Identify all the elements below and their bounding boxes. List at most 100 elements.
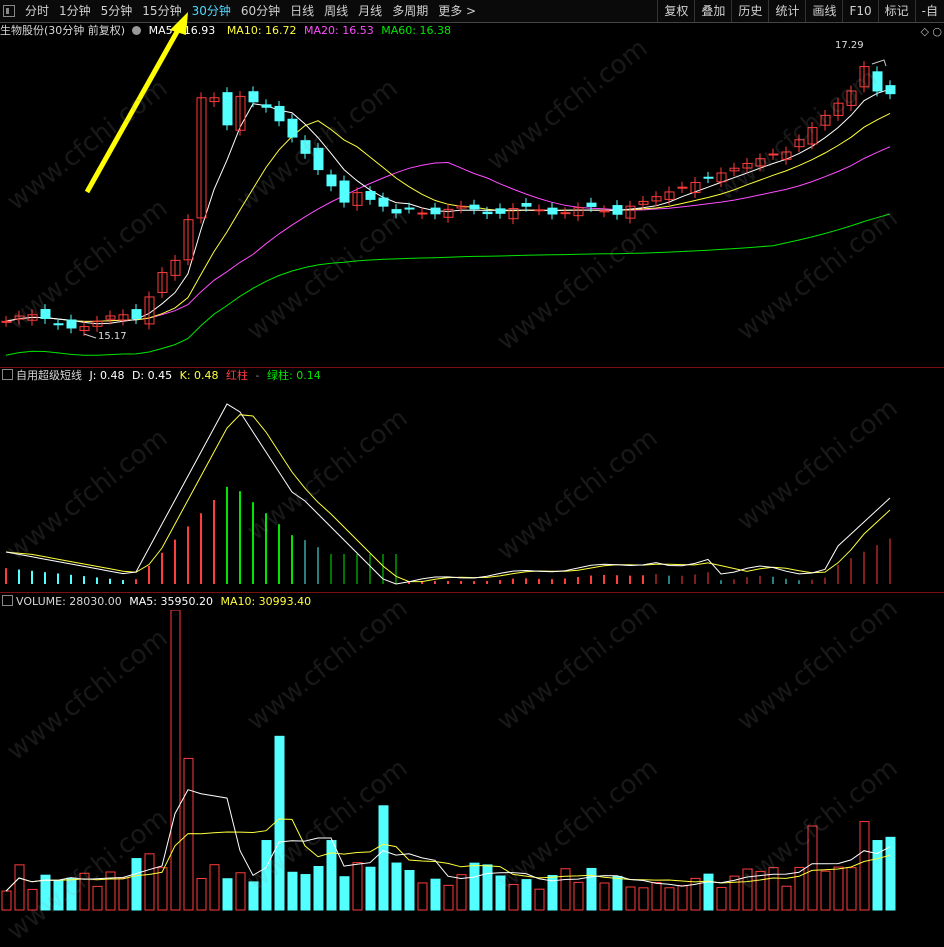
indicator-chart[interactable] bbox=[0, 383, 944, 593]
low-price-label: 15.17 bbox=[98, 331, 127, 342]
volume-bar bbox=[872, 840, 883, 911]
volume-bar bbox=[248, 881, 259, 911]
candle-body bbox=[53, 323, 64, 326]
chevron-right-icon: > bbox=[466, 4, 477, 18]
volume-bar bbox=[742, 868, 753, 911]
volume-bar bbox=[508, 883, 519, 911]
volume-bar bbox=[365, 866, 376, 911]
high-marker bbox=[871, 59, 887, 67]
history-button[interactable]: 历史 bbox=[731, 0, 768, 22]
volume-bar bbox=[170, 610, 181, 911]
volume-bar bbox=[196, 877, 207, 911]
volume-bar bbox=[534, 888, 545, 911]
volume-bar bbox=[92, 885, 103, 911]
volume-value: VOLUME: 28030.00 bbox=[16, 595, 122, 608]
volume-bar bbox=[313, 865, 324, 911]
volume-bar bbox=[482, 864, 493, 911]
tab-daily[interactable]: 日线 bbox=[285, 0, 319, 22]
overlay-button[interactable]: 叠加 bbox=[694, 0, 731, 22]
volume-bar bbox=[339, 876, 350, 911]
period-toolbar: 分时 1分钟 5分钟 15分钟 30分钟 60分钟 日线 周线 月线 多周期 更… bbox=[0, 0, 944, 23]
candle-body bbox=[677, 186, 688, 189]
volume-ma10: MA10: 30993.40 bbox=[220, 595, 312, 608]
stats-button[interactable]: 统计 bbox=[768, 0, 805, 22]
panel-toggle-icon[interactable] bbox=[3, 5, 15, 17]
volume-info-line: VOLUME: 28030.00 MA5: 35950.20 MA10: 309… bbox=[0, 594, 315, 610]
tab-multi-period[interactable]: 多周期 bbox=[387, 0, 433, 22]
volume-bar bbox=[443, 884, 454, 911]
volume-bar bbox=[859, 821, 870, 911]
volume-bar bbox=[326, 840, 337, 911]
f10-button[interactable]: F10 bbox=[842, 0, 877, 22]
indicator-name: 自用超级短线 bbox=[16, 369, 82, 382]
tab-30min[interactable]: 30分钟 bbox=[187, 0, 236, 22]
candle-body bbox=[274, 105, 285, 122]
volume-bar bbox=[716, 886, 727, 911]
candle-body bbox=[404, 207, 415, 210]
tab-more[interactable]: 更多 > bbox=[433, 0, 481, 22]
candlestick-chart[interactable] bbox=[0, 22, 944, 367]
volume-ma5: MA5: 35950.20 bbox=[129, 595, 213, 608]
volume-bar bbox=[118, 877, 129, 911]
volume-bar bbox=[820, 870, 831, 911]
candle-body bbox=[313, 147, 324, 171]
volume-bar bbox=[846, 867, 857, 911]
tab-monthly[interactable]: 月线 bbox=[353, 0, 387, 22]
high-price-label: 17.29 bbox=[835, 40, 864, 51]
volume-bar bbox=[586, 867, 597, 911]
volume-bar bbox=[495, 875, 506, 911]
tab-weekly[interactable]: 周线 bbox=[319, 0, 353, 22]
candle-body bbox=[872, 71, 883, 92]
volume-bar bbox=[612, 875, 623, 911]
indicator-toggle-icon[interactable] bbox=[2, 369, 13, 380]
volume-bar bbox=[352, 862, 363, 911]
volume-bar bbox=[755, 870, 766, 911]
indicator-red-bar: 红柱 bbox=[226, 369, 249, 382]
candle-body bbox=[560, 212, 571, 215]
volume-bar bbox=[235, 872, 246, 911]
right-tools: 复权 叠加 历史 统计 画线 F10 标记 -自 bbox=[657, 0, 944, 22]
tab-60min[interactable]: 60分钟 bbox=[236, 0, 285, 22]
period-tabs: 分时 1分钟 5分钟 15分钟 30分钟 60分钟 日线 周线 月线 多周期 更… bbox=[20, 0, 481, 22]
candle-body bbox=[495, 208, 506, 214]
tab-fenshi[interactable]: 分时 bbox=[20, 0, 54, 22]
indicator-info-line: 自用超级短线 J: 0.48 D: 0.45 K: 0.48 红柱 - 绿柱: … bbox=[0, 368, 325, 384]
fuquan-button[interactable]: 复权 bbox=[657, 0, 694, 22]
volume-bar bbox=[14, 864, 25, 911]
candle-body bbox=[339, 180, 350, 203]
volume-bar bbox=[521, 879, 532, 911]
volume-bar bbox=[261, 840, 272, 911]
candle-body bbox=[534, 209, 545, 212]
volume-bar bbox=[794, 866, 805, 911]
candle-body bbox=[391, 209, 402, 214]
self-select-button[interactable]: -自 bbox=[914, 0, 944, 22]
volume-bar bbox=[27, 888, 38, 911]
indicator-j: J: 0.48 bbox=[89, 369, 125, 382]
candle-body bbox=[469, 204, 480, 210]
ma60-line bbox=[5, 213, 891, 356]
indicator-k: K: 0.48 bbox=[179, 369, 219, 382]
draw-line-button[interactable]: 画线 bbox=[805, 0, 842, 22]
candle-body bbox=[300, 140, 311, 154]
tab-5min[interactable]: 5分钟 bbox=[96, 0, 138, 22]
candle-body bbox=[261, 104, 272, 108]
volume-bar bbox=[53, 879, 64, 911]
tab-1min[interactable]: 1分钟 bbox=[54, 0, 96, 22]
candle-body bbox=[547, 207, 558, 215]
volume-toggle-icon[interactable] bbox=[2, 595, 13, 606]
candle-body bbox=[612, 205, 623, 215]
volume-bar bbox=[469, 862, 480, 911]
mark-button[interactable]: 标记 bbox=[877, 0, 915, 22]
candle-body bbox=[287, 118, 298, 138]
candle-body bbox=[703, 176, 714, 179]
volume-bar bbox=[690, 877, 701, 911]
volume-bar bbox=[300, 874, 311, 911]
tab-15min[interactable]: 15分钟 bbox=[137, 0, 186, 22]
volume-bar bbox=[664, 887, 675, 911]
volume-bar bbox=[703, 873, 714, 911]
volume-bar bbox=[66, 877, 77, 911]
candle-body bbox=[222, 92, 233, 126]
volume-bar bbox=[287, 871, 298, 911]
volume-chart[interactable] bbox=[0, 610, 944, 913]
volume-bar bbox=[833, 866, 844, 911]
